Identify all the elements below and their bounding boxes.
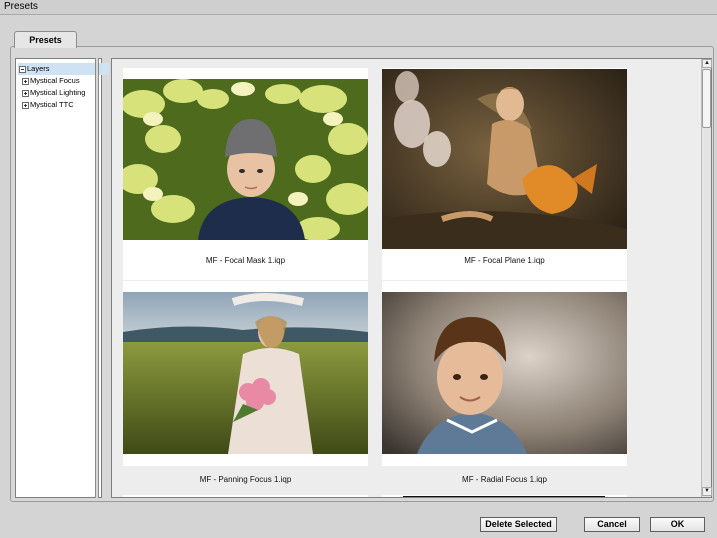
preset-caption: MF - Focal Plane 1.iqp — [464, 256, 545, 265]
tree-item-label: Mystical TTC — [30, 100, 74, 109]
expand-icon[interactable] — [22, 77, 29, 85]
preset-thumbnail — [382, 292, 627, 454]
preset-thumbnail — [123, 292, 368, 454]
preset-card-radial-focus[interactable]: MF - Radial Focus 1.iqp — [382, 281, 627, 484]
preset-card-focal-mask[interactable]: MF - Focal Mask 1.iqp — [123, 68, 368, 280]
title-bar: Presets — [0, 0, 717, 15]
collapse-icon[interactable] — [19, 65, 26, 73]
preset-caption: MF - Panning Focus 1.iqp — [199, 475, 292, 484]
preset-card-partial[interactable] — [382, 495, 627, 497]
preset-caption: MF - Focal Mask 1.iqp — [205, 256, 286, 265]
expand-icon[interactable] — [22, 101, 29, 109]
preset-thumbnail — [123, 79, 368, 240]
delete-selected-button[interactable]: Delete Selected — [480, 517, 557, 532]
preset-caption: MF - Radial Focus 1.iqp — [462, 475, 547, 484]
tree-item-mystical-focus[interactable]: Mystical Focus — [22, 75, 80, 87]
preset-thumbnail — [403, 496, 605, 497]
preset-card-panning-focus[interactable]: MF - Panning Focus 1.iqp — [123, 281, 368, 484]
tab-presets[interactable]: Presets — [14, 31, 77, 48]
expand-icon[interactable] — [22, 89, 29, 97]
tree-item-label: Mystical Lighting — [30, 88, 86, 97]
ok-button[interactable]: OK — [650, 517, 705, 532]
preset-thumbnail — [382, 69, 627, 249]
tree-item-mystical-lighting[interactable]: Mystical Lighting — [22, 87, 85, 99]
tree-item-label: Layers — [27, 64, 50, 73]
tree-item-label: Mystical Focus — [30, 76, 80, 85]
tree-item-mystical-ttc[interactable]: Mystical TTC — [22, 99, 74, 111]
scroll-down-icon[interactable]: ▼ — [702, 487, 712, 496]
preset-card-partial[interactable] — [123, 495, 368, 497]
splitter-handle[interactable] — [95, 58, 99, 498]
thumbnails-scrollbar[interactable]: ▲ ▼ — [701, 59, 712, 497]
cancel-button[interactable]: Cancel — [584, 517, 640, 532]
scroll-thumb[interactable] — [702, 69, 711, 128]
scroll-up-icon[interactable]: ▲ — [702, 59, 712, 68]
preset-tree: Layers Mystical Focus Mystical Lighting … — [15, 58, 109, 498]
window-title: Presets — [4, 1, 38, 12]
preset-thumbnails: MF - Focal Mask 1.iqp MF - Focal Plane 1… — [111, 58, 712, 498]
preset-card-focal-plane[interactable]: MF - Focal Plane 1.iqp — [382, 68, 627, 280]
